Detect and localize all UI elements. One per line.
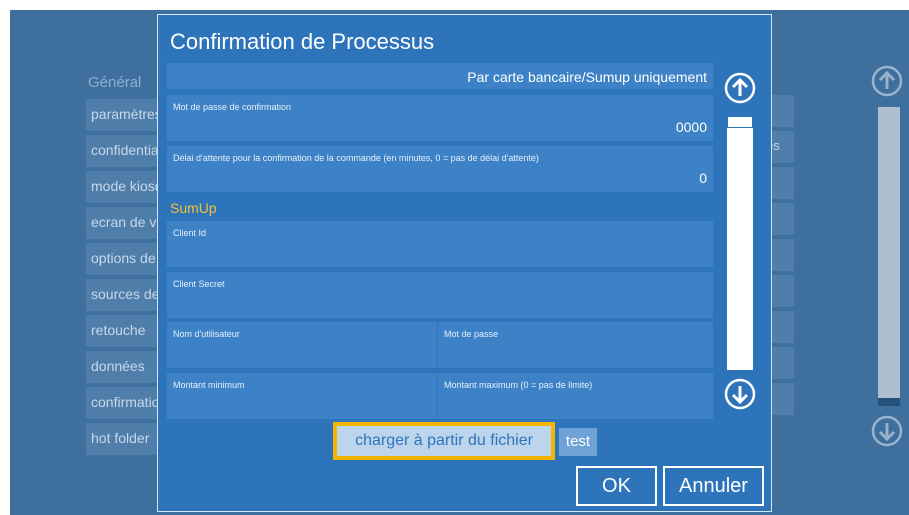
username-label: Nom d'utilisateur <box>173 329 240 339</box>
bg-menu-item-hot-folder[interactable]: hot folder <box>86 423 160 455</box>
process-confirmation-dialog: Confirmation de Processus Par carte banc… <box>157 14 772 512</box>
client-secret-label: Client Secret <box>173 279 225 289</box>
timeout-field[interactable]: Délai d'attente pour la confirmation de … <box>167 146 713 192</box>
username-field[interactable]: Nom d'utilisateur <box>167 322 437 368</box>
bg-menu-item-mode-kiosque[interactable]: mode kiosque <box>86 171 160 203</box>
password-value: 0000 <box>675 119 707 135</box>
user-password-label: Mot de passe <box>444 329 499 339</box>
max-amount-label: Montant maximum (0 = pas de limite) <box>444 380 593 390</box>
dialog-title: Confirmation de Processus <box>170 29 435 54</box>
bg-menu-item-parametres[interactable]: paramètres <box>86 99 160 131</box>
test-button[interactable]: test <box>559 428 597 456</box>
bg-menu-item-ecran[interactable]: ecran de veille <box>86 207 160 239</box>
timeout-label: Délai d'attente pour la confirmation de … <box>173 153 539 163</box>
scrollbar-thumb[interactable] <box>727 116 753 128</box>
bg-scrollbar-track[interactable] <box>878 107 900 405</box>
sumup-section-title: SumUp <box>170 200 217 216</box>
password-field[interactable]: Mot de passe de confirmation 0000 <box>167 95 713 141</box>
client-id-field[interactable]: Client Id <box>167 221 713 267</box>
general-section-title: Général <box>88 74 142 91</box>
bg-menu-item-sources[interactable]: sources de <box>86 279 160 311</box>
scroll-up-icon[interactable] <box>724 72 756 104</box>
timeout-value: 0 <box>699 170 707 186</box>
scroll-down-icon[interactable] <box>724 378 756 410</box>
load-from-file-button[interactable]: charger à partir du fichier <box>333 422 555 460</box>
bg-scrollbar-thumb[interactable] <box>878 398 900 406</box>
bg-scroll-down-icon[interactable] <box>870 414 904 448</box>
bg-menu-item-options[interactable]: options de <box>86 243 160 275</box>
user-password-field[interactable]: Mot de passe <box>438 322 713 368</box>
ok-button[interactable]: OK <box>576 466 657 506</box>
max-amount-field[interactable]: Montant maximum (0 = pas de limite) <box>438 373 713 419</box>
payment-mode-value: Par carte bancaire/Sumup uniquement <box>467 69 707 85</box>
bg-menu-item-confirmation[interactable]: confirmation <box>86 387 160 419</box>
bg-scroll-up-icon[interactable] <box>870 64 904 98</box>
bg-menu-item-donnees[interactable]: données <box>86 351 160 383</box>
password-label: Mot de passe de confirmation <box>173 102 292 112</box>
bg-menu-item-confidentialite[interactable]: confidentialité <box>86 135 160 167</box>
bg-menu-item-retouche[interactable]: retouche <box>86 315 160 347</box>
payment-mode-select[interactable]: Par carte bancaire/Sumup uniquement <box>167 63 713 89</box>
client-id-label: Client Id <box>173 228 207 238</box>
client-secret-field[interactable]: Client Secret <box>167 272 713 318</box>
scrollbar-track[interactable] <box>727 116 753 370</box>
min-amount-label: Montant minimum <box>173 380 245 390</box>
min-amount-field[interactable]: Montant minimum <box>167 373 437 419</box>
cancel-button[interactable]: Annuler <box>663 466 764 506</box>
